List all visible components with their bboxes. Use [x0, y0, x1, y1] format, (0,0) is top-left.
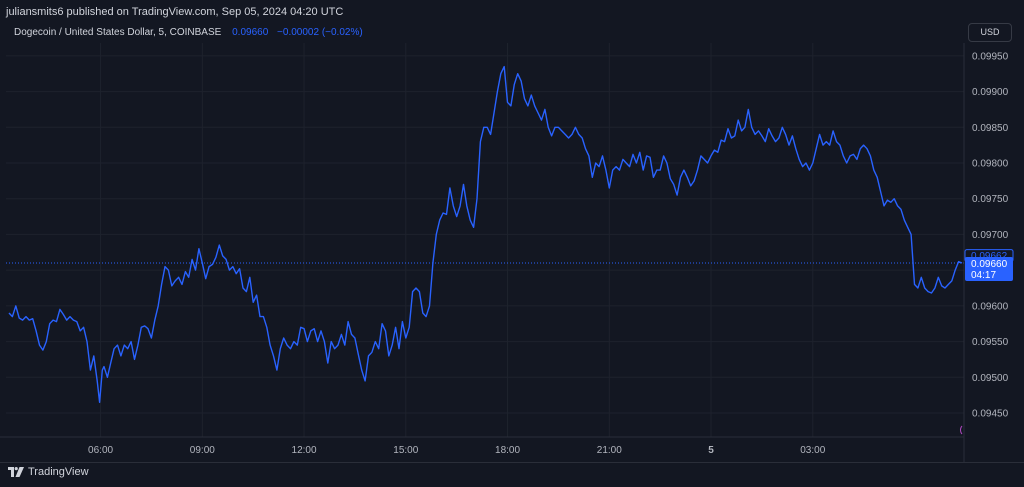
last-price-tag-label: 0.09660 [971, 259, 1008, 270]
publisher-header: juliansmits6 published on TradingView.co… [0, 0, 1024, 22]
x-tick-label: 12:00 [292, 445, 317, 456]
x-tick-label: 21:00 [597, 445, 622, 456]
time-axis: 06:00 09:00 12:00 15:00 18:00 21:00 5 03:00 [0, 436, 964, 456]
chart-grid [6, 43, 964, 437]
y-tick-label: 0.09600 [972, 301, 1009, 312]
y-tick-label: 0.09550 [972, 337, 1009, 348]
tradingview-logo[interactable]: TradingView [8, 466, 89, 478]
y-tick-label: 0.09800 [972, 159, 1009, 170]
indicator-arc-icon [960, 425, 963, 435]
x-tick-label: 5 [708, 445, 714, 456]
tradingview-logo-icon [8, 467, 24, 477]
y-tick-label: 0.09950 [972, 51, 1009, 62]
x-tick-label: 15:00 [393, 445, 418, 456]
price-chart[interactable]: 0.09950 0.09900 0.09850 0.09800 0.09750 0.097… [0, 0, 1024, 486]
price-change: −0.00002 (−0.02%) [277, 27, 363, 38]
symbol-name: Dogecoin / United States Dollar, 5, COIN… [14, 27, 222, 38]
x-tick-label: 18:00 [495, 445, 520, 456]
footer-bar [0, 462, 1024, 487]
y-tick-label: 0.09900 [972, 87, 1009, 98]
y-tick-label: 0.09750 [972, 194, 1009, 205]
currency-button[interactable]: USD [968, 23, 1012, 42]
y-tick-label: 0.09700 [972, 230, 1009, 241]
publisher-line: juliansmits6 published on TradingView.co… [6, 6, 344, 18]
countdown-label: 04:17 [971, 270, 996, 281]
last-price: 0.09660 [232, 27, 269, 38]
y-tick-label: 0.09450 [972, 409, 1009, 420]
tradingview-brand: TradingView [28, 466, 89, 478]
price-tags: 0.096620.0966004:17 [964, 249, 1014, 281]
y-tick-label: 0.09850 [972, 123, 1009, 134]
x-tick-label: 06:00 [88, 445, 113, 456]
x-tick-label: 03:00 [800, 445, 825, 456]
symbol-legend[interactable]: Dogecoin / United States Dollar, 5, COIN… [14, 27, 363, 38]
x-tick-label: 09:00 [190, 445, 215, 456]
y-tick-label: 0.09500 [972, 373, 1009, 384]
